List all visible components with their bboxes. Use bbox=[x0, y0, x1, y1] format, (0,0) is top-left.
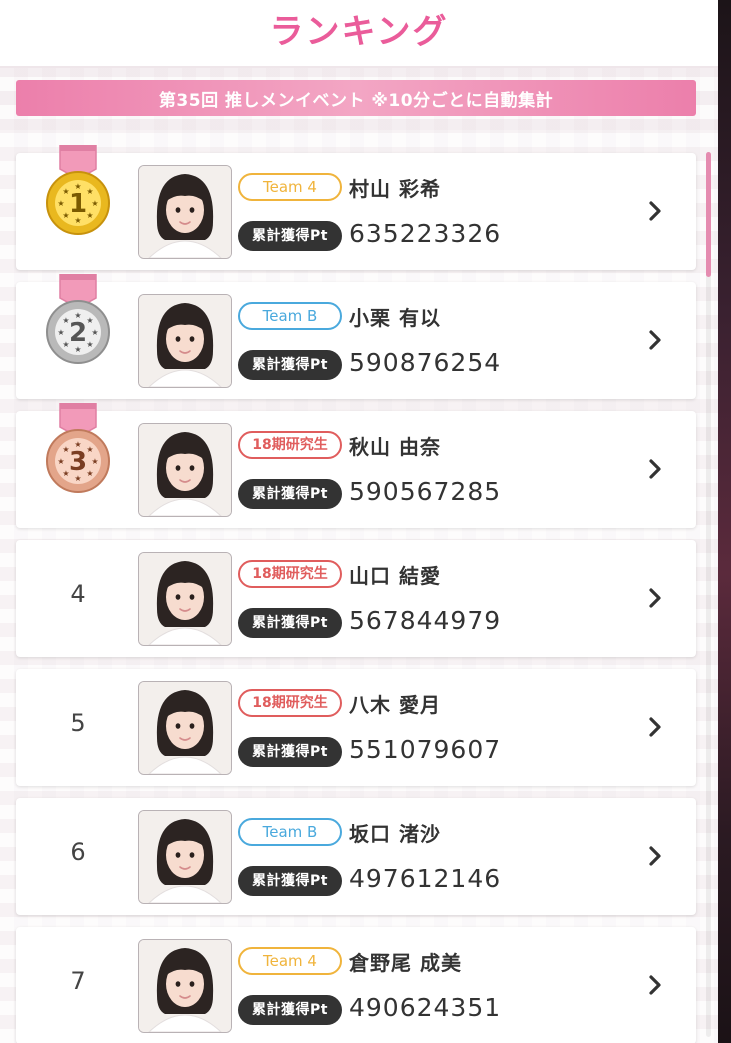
member-photo bbox=[138, 681, 232, 775]
chevron-right-icon[interactable] bbox=[644, 326, 666, 354]
background-page-strip bbox=[718, 0, 731, 1043]
points-label: 累計獲得Pt bbox=[238, 866, 342, 896]
member-name: 秋山 由奈 bbox=[349, 435, 441, 459]
member-photo bbox=[138, 552, 232, 646]
svg-text:1: 1 bbox=[69, 189, 87, 219]
points-value: 590876254 bbox=[349, 348, 502, 377]
svg-text:★: ★ bbox=[57, 328, 64, 337]
scrollbar-track[interactable] bbox=[706, 152, 711, 1037]
member-photo bbox=[138, 810, 232, 904]
rank-number: 6 bbox=[70, 838, 86, 866]
team-badge: Team B bbox=[238, 818, 342, 846]
svg-text:★: ★ bbox=[91, 457, 98, 466]
member-name: 坂口 渚沙 bbox=[349, 822, 441, 846]
svg-text:★: ★ bbox=[86, 469, 93, 478]
team-badge: Team 4 bbox=[238, 173, 342, 201]
svg-text:★: ★ bbox=[57, 199, 64, 208]
team-badge: 18期研究生 bbox=[238, 560, 342, 588]
chevron-right-icon[interactable] bbox=[644, 197, 666, 225]
ranking-row-3[interactable]: ★★★★★★★★3 3 18期研究生 秋山 由奈 累計獲得Pt 59056728… bbox=[16, 402, 696, 528]
ranking-row-7[interactable]: 7 Team 4 倉野尾 成美 累計獲得Pt 490624351 bbox=[16, 927, 696, 1043]
ranking-screen: ランキング 第35回 推しメンイベント ※10分ごとに自動集計 ★ ★ ★ ★ ★ ★ ★ ★… bbox=[0, 0, 718, 1043]
scrollbar-thumb[interactable] bbox=[706, 152, 711, 277]
svg-text:★: ★ bbox=[91, 328, 98, 337]
silver-medal-icon: ★ ★ ★ ★ ★ ★ ★ ★ 2 bbox=[38, 273, 118, 366]
points-value: 635223326 bbox=[349, 219, 502, 248]
ranking-row-1[interactable]: ★★★★★★★★1 1 Team 4 村山 彩希 累計獲得Pt 63522332… bbox=[16, 144, 696, 270]
member-photo bbox=[138, 423, 232, 517]
svg-text:★: ★ bbox=[86, 187, 93, 196]
team-badge: 18期研究生 bbox=[238, 431, 342, 459]
svg-text:★: ★ bbox=[86, 340, 93, 349]
svg-text:2: 2 bbox=[69, 318, 87, 348]
header: ランキング bbox=[0, 0, 718, 68]
points-value: 567844979 bbox=[349, 606, 502, 635]
points-label: 累計獲得Pt bbox=[238, 737, 342, 767]
svg-text:★: ★ bbox=[86, 211, 93, 220]
svg-text:★: ★ bbox=[86, 445, 93, 454]
team-badge: Team B bbox=[238, 302, 342, 330]
svg-text:★: ★ bbox=[91, 199, 98, 208]
points-label: 累計獲得Pt bbox=[238, 221, 342, 251]
points-label: 累計獲得Pt bbox=[238, 608, 342, 638]
chevron-right-icon[interactable] bbox=[644, 971, 666, 999]
team-badge: 18期研究生 bbox=[238, 689, 342, 717]
points-value: 490624351 bbox=[349, 993, 502, 1022]
member-name: 山口 結愛 bbox=[349, 564, 441, 588]
event-banner: 第35回 推しメンイベント ※10分ごとに自動集計 bbox=[16, 80, 696, 116]
ranking-row-2[interactable]: ★★★★★★★★2 2 Team B 小栗 有以 累計獲得Pt 59087625… bbox=[16, 273, 696, 399]
member-name: 村山 彩希 bbox=[349, 177, 441, 201]
svg-text:3: 3 bbox=[69, 447, 87, 477]
points-value: 551079607 bbox=[349, 735, 502, 764]
member-name: 小栗 有以 bbox=[349, 306, 441, 330]
rank-number: 7 bbox=[70, 967, 86, 995]
points-value: 497612146 bbox=[349, 864, 502, 893]
ranking-row-5[interactable]: 5 18期研究生 八木 愛月 累計獲得Pt 551079607 bbox=[16, 669, 696, 786]
rank-number: 5 bbox=[70, 709, 86, 737]
member-photo bbox=[138, 294, 232, 388]
ranking-row-6[interactable]: 6 Team B 坂口 渚沙 累計獲得Pt 497612146 bbox=[16, 798, 696, 915]
chevron-right-icon[interactable] bbox=[644, 584, 666, 612]
chevron-right-icon[interactable] bbox=[644, 713, 666, 741]
points-value: 590567285 bbox=[349, 477, 502, 506]
ranking-row-4[interactable]: 4 18期研究生 山口 結愛 累計獲得Pt 567844979 bbox=[16, 540, 696, 657]
svg-text:★: ★ bbox=[57, 457, 64, 466]
member-name: 八木 愛月 bbox=[349, 693, 441, 717]
bronze-medal-icon: ★ ★ ★ ★ ★ ★ ★ ★ 3 bbox=[38, 402, 118, 495]
points-label: 累計獲得Pt bbox=[238, 479, 342, 509]
points-label: 累計獲得Pt bbox=[238, 350, 342, 380]
chevron-right-icon[interactable] bbox=[644, 455, 666, 483]
member-photo bbox=[138, 165, 232, 259]
chevron-right-icon[interactable] bbox=[644, 842, 666, 870]
page-title: ランキング bbox=[269, 12, 449, 52]
points-label: 累計獲得Pt bbox=[238, 995, 342, 1025]
team-badge: Team 4 bbox=[238, 947, 342, 975]
member-photo bbox=[138, 939, 232, 1033]
rank-number: 4 bbox=[70, 580, 86, 608]
member-name: 倉野尾 成美 bbox=[349, 951, 462, 975]
gold-medal-icon: ★ ★ ★ ★ ★ ★ ★ ★ 1 bbox=[38, 144, 118, 237]
svg-text:★: ★ bbox=[86, 316, 93, 325]
